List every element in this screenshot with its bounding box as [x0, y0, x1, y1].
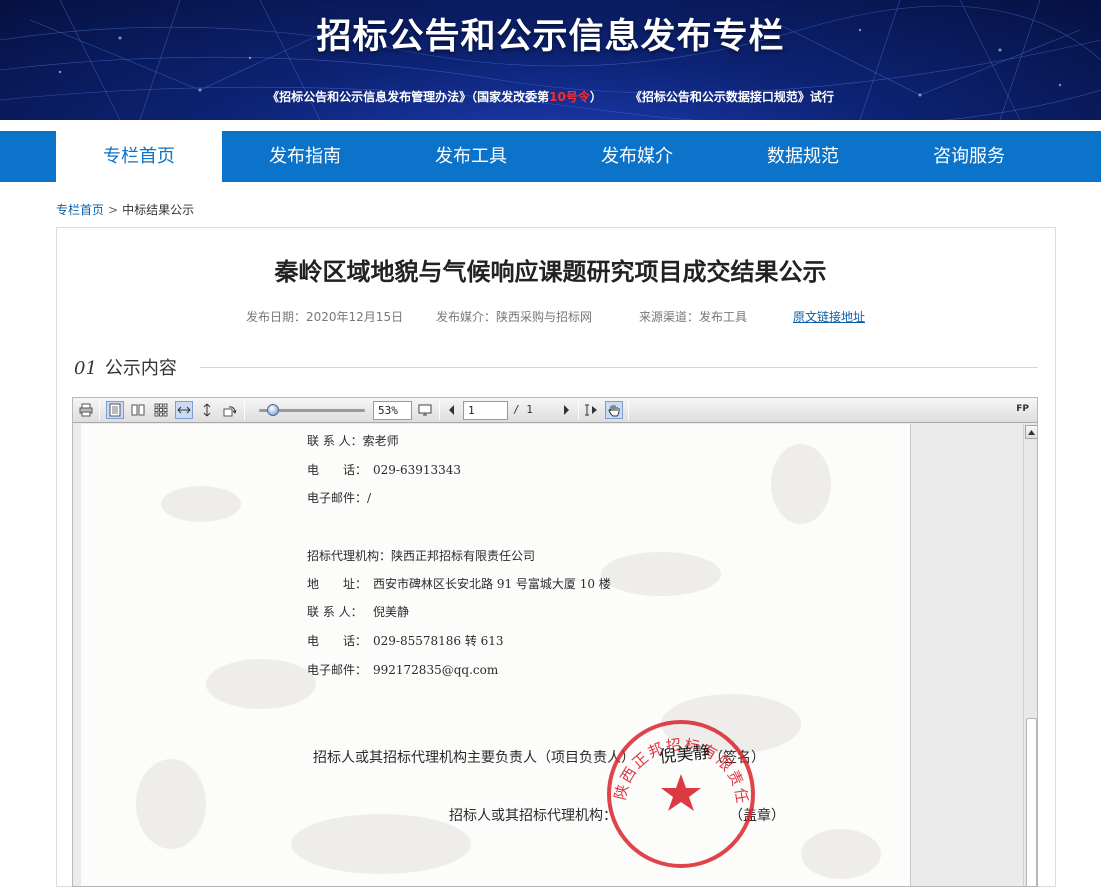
scroll-up-icon[interactable] — [1025, 425, 1037, 439]
fit-width-icon[interactable] — [175, 401, 193, 419]
nav-guide[interactable]: 发布指南 — [222, 131, 388, 182]
notice-prefix: 《招标公告和公示信息发布管理办法》（国家发改委第 — [267, 90, 550, 104]
text-select-tool-icon[interactable] — [582, 401, 600, 419]
section-heading: 01 公示内容 — [74, 354, 177, 380]
page-total: / 1 — [513, 403, 533, 416]
section-divider — [200, 367, 1038, 368]
doc-agency: 招标代理机构：陕西正邦招标有限责任公司 — [307, 549, 536, 563]
nav-media[interactable]: 发布媒介 — [554, 131, 720, 182]
doc-address: 地 址： 西安市碑林区长安北路 91 号富城大厦 10 楼 — [307, 577, 611, 591]
nav-data-spec[interactable]: 数据规范 — [720, 131, 886, 182]
publish-media: 发布媒介：陕西采购与招标网 — [436, 310, 593, 324]
chevron-right-icon: > — [108, 203, 119, 217]
zoom-level-field[interactable]: 53% — [373, 401, 412, 420]
notice-suffix: ） — [589, 90, 602, 104]
doc-phone1: 电 话： 029-63913343 — [307, 463, 462, 477]
pdf-viewer: 53% 1 / 1 FP 联 系 人：索老师 电 话： 029-63913343… — [72, 397, 1038, 887]
zoom-slider-handle[interactable] — [266, 404, 279, 416]
breadcrumb-current: 中标结果公示 — [122, 203, 195, 217]
breadcrumb: 专栏首页 > 中标结果公示 — [56, 201, 194, 218]
print-icon[interactable] — [77, 401, 95, 419]
doc-email1: 电子邮件：/ — [307, 491, 372, 505]
fit-height-icon[interactable] — [198, 401, 216, 419]
fullscreen-icon[interactable] — [416, 401, 434, 419]
nav-consult[interactable]: 咨询服务 — [886, 131, 1052, 182]
handwritten-signature: 倪美静 — [658, 742, 712, 768]
two-page-view-icon[interactable] — [129, 401, 147, 419]
company-seal-icon: 陕西正邦招标有限责任公司 — [601, 714, 755, 868]
prev-page-icon[interactable] — [443, 401, 461, 419]
original-link[interactable]: 原文链接地址 — [793, 308, 865, 325]
nav-tools[interactable]: 发布工具 — [388, 131, 554, 182]
doc-contact2: 联 系 人： 倪美静 — [307, 605, 410, 619]
banner-notice: 《招标公告和公示信息发布管理办法》（国家发改委第10号令） 《招标公告和公示数据接… — [0, 88, 1101, 105]
notice-highlight: 10号令 — [549, 90, 590, 104]
single-page-view-icon[interactable] — [106, 401, 124, 419]
page-number-field[interactable]: 1 — [463, 401, 508, 420]
source-channel: 来源渠道：发布工具 — [639, 310, 748, 324]
breadcrumb-home[interactable]: 专栏首页 — [56, 203, 104, 217]
banner: 招标公告和公示信息发布专栏 《招标公告和公示信息发布管理办法》（国家发改委第10… — [0, 0, 1101, 120]
section-title: 公示内容 — [104, 358, 177, 379]
article-title: 秦岭区域地貌与气候响应课题研究项目成交结果公示 — [274, 258, 827, 286]
rotate-page-icon[interactable] — [221, 401, 239, 419]
next-page-icon[interactable] — [557, 401, 575, 419]
scrollbar-thumb[interactable] — [1026, 718, 1037, 886]
notice-interface-spec[interactable]: 《招标公告和公示数据接口规范》试行 — [630, 90, 834, 104]
nav-home[interactable]: 专栏首页 — [56, 131, 222, 182]
banner-title: 招标公告和公示信息发布专栏 — [316, 17, 785, 57]
viewer-toolbar: 53% 1 / 1 FP — [73, 398, 1037, 423]
document-area: 联 系 人：索老师 电 话： 029-63913343 电子邮件：/ 招标代理机构… — [73, 424, 1025, 886]
publish-date: 发布日期：2020年12月15日 — [246, 310, 404, 324]
main-nav: 专栏首页 发布指南 发布工具 发布媒介 数据规范 咨询服务 — [0, 131, 1101, 182]
thumbnail-view-icon[interactable] — [152, 401, 170, 419]
document-page: 联 系 人：索老师 电 话： 029-63913343 电子邮件：/ 招标代理机构… — [81, 424, 911, 886]
flexpaper-badge: FP — [1016, 404, 1029, 414]
hand-tool-icon[interactable] — [605, 401, 623, 419]
section-number: 01 — [74, 358, 97, 379]
vertical-scrollbar[interactable] — [1023, 424, 1037, 886]
doc-email2: 电子邮件： 992172835@qq.com — [307, 663, 499, 677]
doc-contact1: 联 系 人：索老师 — [307, 434, 399, 448]
doc-phone2: 电 话： 029-85578186 转 613 — [307, 634, 504, 648]
